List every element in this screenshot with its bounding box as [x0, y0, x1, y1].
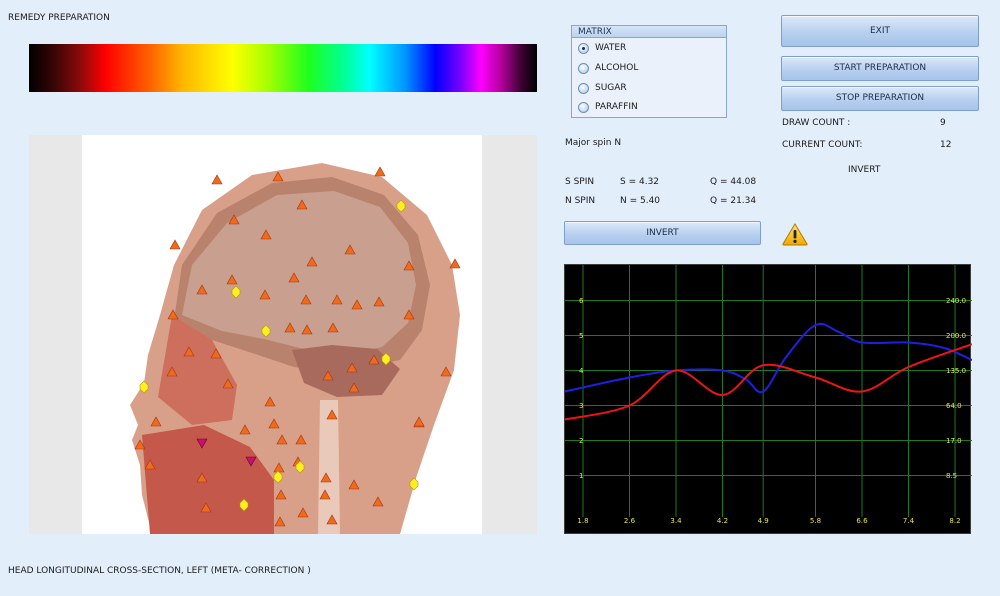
warning-icon: [782, 223, 808, 246]
radio-unchecked-icon[interactable]: [578, 101, 589, 113]
chart-y-right-tick-label: 135.0: [946, 367, 966, 375]
radio-unchecked-icon[interactable]: [578, 62, 589, 74]
chart-x-tick-label: 6.6: [856, 517, 868, 525]
major-spin-label: Major spin N: [565, 138, 622, 148]
chart-x-tick-label: 1.8: [577, 517, 588, 525]
s-spin-value: S = 4.32: [620, 177, 660, 187]
start-preparation-button[interactable]: START PREPARATION: [781, 56, 979, 81]
draw-count-value: 9: [940, 118, 946, 128]
draw-count-label: DRAW COUNT :: [782, 118, 851, 128]
chart-x-tick-label: 2.6: [624, 517, 636, 525]
matrix-option-sugar[interactable]: SUGAR: [578, 81, 627, 95]
frequency-chart-canvas: 1.8 2.6 3.4 4.2 4.9 5.8 6.6 7.4 8.2 6 240.0 5 200.0 4…: [565, 265, 972, 525]
exit-button[interactable]: EXIT: [781, 15, 979, 47]
invert-status-label: INVERT: [848, 165, 881, 175]
matrix-option-paraffin[interactable]: PARAFFIN: [578, 100, 638, 114]
matrix-option-water[interactable]: WATER: [578, 41, 626, 55]
chart-x-tick-label: 5.8: [810, 517, 821, 525]
chart-y-right-tick-label: 8.5: [946, 472, 957, 480]
n-spin-value: N = 5.40: [620, 196, 661, 206]
matrix-option-label: SUGAR: [595, 83, 627, 93]
matrix-group: MATRIX WATER ALCOHOL SUGAR PARAFFIN: [571, 25, 727, 118]
matrix-group-title: MATRIX: [572, 26, 726, 38]
chart-x-tick-label: 8.2: [949, 517, 960, 525]
s-spin-label: S SPIN: [565, 177, 595, 187]
matrix-option-label: ALCOHOL: [595, 63, 639, 73]
radio-unchecked-icon[interactable]: [578, 82, 589, 94]
window-title: REMEDY PREPARATION: [8, 13, 110, 23]
chart-y-right-tick-label: 64.0: [946, 402, 962, 410]
head-cross-section-illustration: [130, 163, 461, 534]
n-spin-q: Q = 21.34: [710, 196, 757, 206]
anatomy-image: [82, 135, 482, 534]
chart-y-left-tick-label: 2: [579, 437, 583, 445]
matrix-option-label: WATER: [595, 43, 627, 53]
chart-y-left-tick-label: 1: [579, 472, 583, 480]
current-count-value: 12: [940, 140, 952, 150]
chart-x-tick-label: 7.4: [903, 517, 915, 525]
chart-x-tick-label: 4.9: [758, 517, 769, 525]
chart-y-left-tick-label: 4: [579, 367, 584, 375]
stop-preparation-button[interactable]: STOP PREPARATION: [781, 86, 979, 111]
n-spin-label: N SPIN: [565, 196, 596, 206]
invert-button[interactable]: INVERT: [564, 221, 761, 245]
radio-checked-icon[interactable]: [578, 42, 589, 54]
image-caption: HEAD LONGITUDINAL CROSS-SECTION, LEFT (M…: [8, 566, 311, 576]
chart-series-blue-line: [565, 322, 972, 394]
chart-y-left-tick-label: 6: [579, 297, 584, 305]
chart-y-right-tick-label: 200.0: [946, 332, 966, 340]
s-spin-q: Q = 44.08: [710, 177, 757, 187]
chart-y-left-tick-label: 3: [579, 402, 583, 410]
chart-series-red-line: [565, 343, 972, 421]
chart-y-right-tick-label: 17.0: [946, 437, 962, 445]
frequency-chart: 1.8 2.6 3.4 4.2 4.9 5.8 6.6 7.4 8.2 6 240.0 5 200.0 4…: [564, 264, 972, 534]
chart-y-left-tick-label: 5: [579, 332, 583, 340]
chart-y-right-tick-label: 240.0: [946, 297, 966, 305]
chart-x-tick-label: 3.4: [670, 517, 682, 525]
current-count-label: CURRENT COUNT:: [782, 140, 863, 150]
chart-x-tick-label: 4.2: [717, 517, 728, 525]
color-spectrum-bar: [29, 44, 537, 92]
anatomy-image-frame: [29, 135, 537, 534]
matrix-option-alcohol[interactable]: ALCOHOL: [578, 61, 638, 75]
matrix-option-label: PARAFFIN: [595, 102, 638, 112]
